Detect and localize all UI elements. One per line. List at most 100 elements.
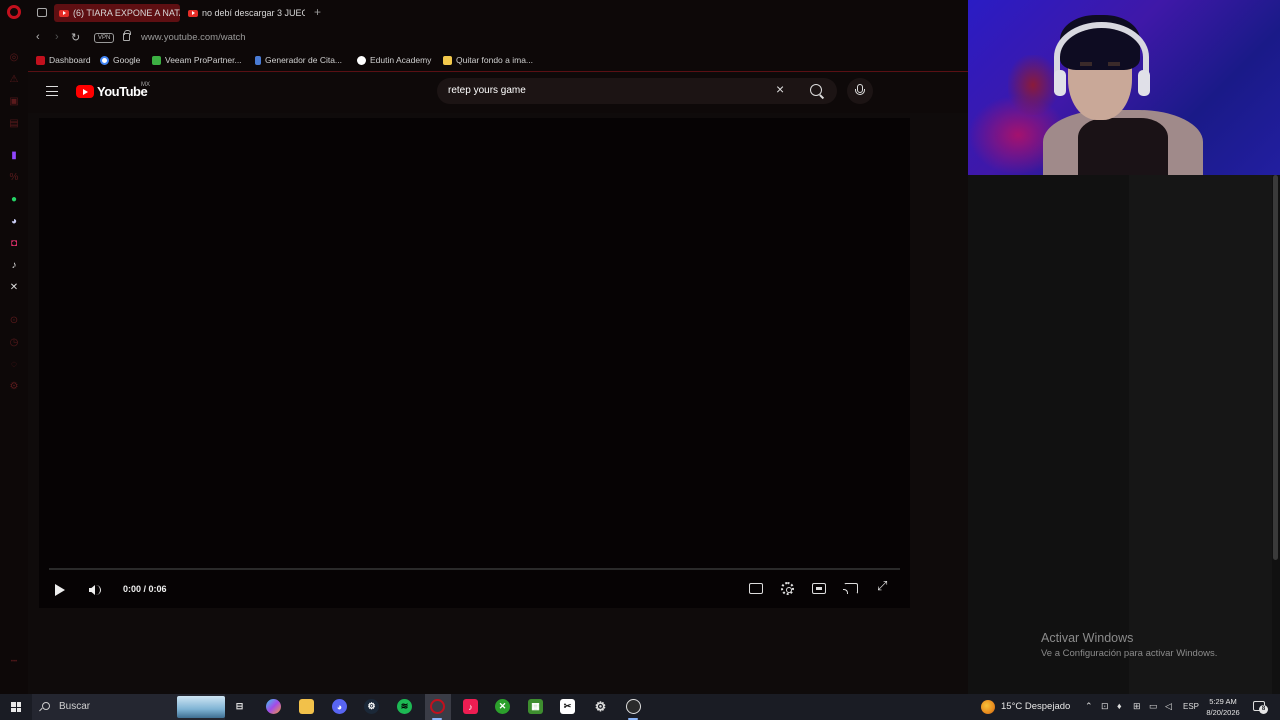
chat-icon[interactable]: ◌ bbox=[8, 359, 20, 371]
taskbar-clock[interactable]: 5:29 AM 8/20/2026 bbox=[1203, 696, 1243, 718]
discord-icon[interactable]: ◕ bbox=[332, 699, 347, 714]
weather-text[interactable]: 15°C Despejado bbox=[1001, 701, 1070, 712]
webcam-person-shirt bbox=[1078, 118, 1168, 175]
microphone-icon[interactable]: ♦ bbox=[1117, 701, 1122, 711]
bookmark-label: Edutin Academy bbox=[370, 55, 432, 65]
lock-icon[interactable] bbox=[123, 30, 131, 41]
tray-app-icon[interactable]: ⊡ bbox=[1101, 701, 1109, 712]
bookmark-label: Generador de Cita... bbox=[265, 55, 343, 65]
miniplayer-icon[interactable] bbox=[812, 583, 826, 594]
notification-badge: 8 bbox=[1259, 705, 1268, 714]
scrollbar-thumb[interactable] bbox=[1273, 175, 1278, 560]
settings-icon[interactable]: ⚙ bbox=[8, 381, 20, 393]
youtube-logo[interactable]: YouTube bbox=[76, 84, 148, 99]
tab-islands-icon[interactable] bbox=[37, 8, 47, 17]
search-input[interactable]: retep yours game bbox=[448, 85, 526, 96]
tab-active[interactable]: (6) TIARA EXPONE A NATA bbox=[54, 4, 180, 22]
remove-bg-icon bbox=[443, 55, 452, 65]
bookmark-item[interactable]: Veeam ProPartner... bbox=[152, 55, 242, 65]
percent-icon[interactable]: % bbox=[8, 172, 20, 184]
twitch-icon[interactable]: ▮ bbox=[8, 150, 20, 162]
aria-icon[interactable]: ◎ bbox=[8, 52, 20, 64]
windows-start-icon[interactable] bbox=[11, 702, 21, 712]
dashboard-icon bbox=[36, 55, 45, 65]
xbox-icon[interactable]: ✕ bbox=[495, 699, 510, 714]
bookmark-item[interactable]: Edutin Academy bbox=[357, 55, 431, 65]
reload-button[interactable]: ↻ bbox=[71, 31, 80, 44]
clear-search-icon[interactable]: × bbox=[776, 81, 784, 97]
voice-search-button[interactable] bbox=[847, 78, 873, 104]
video-player[interactable]: 0:00 / 0:06 ⤢ bbox=[39, 118, 910, 608]
opera-logo-icon[interactable] bbox=[7, 5, 21, 19]
spotify-icon[interactable]: ≋ bbox=[397, 699, 412, 714]
bookmark-item[interactable]: Dashboard bbox=[36, 55, 91, 65]
discord-icon[interactable]: ◕ bbox=[8, 216, 20, 228]
volume-icon[interactable] bbox=[89, 585, 95, 595]
bookmark-label: Quitar fondo a ima... bbox=[456, 55, 534, 65]
activate-windows-title: Activar Windows bbox=[1041, 631, 1134, 645]
youtube-favicon-icon bbox=[188, 9, 198, 17]
cast-icon[interactable] bbox=[843, 583, 858, 594]
volume-icon[interactable]: ◁ bbox=[1165, 701, 1172, 712]
minecraft-icon[interactable]: ▦ bbox=[528, 699, 543, 714]
vpn-badge[interactable]: VPN bbox=[94, 33, 115, 43]
forward-button[interactable]: › bbox=[55, 31, 59, 43]
opera-gx-icon[interactable] bbox=[430, 699, 445, 714]
tiktok-icon[interactable]: ♪ bbox=[463, 699, 478, 714]
gx-corner-icon[interactable]: ▣ bbox=[8, 96, 20, 108]
file-explorer-icon[interactable] bbox=[299, 699, 314, 714]
gx-control-icon[interactable]: ⚠ bbox=[8, 74, 20, 86]
tab-strip: (6) TIARA EXPONE A NATA no debí descarga… bbox=[28, 0, 968, 26]
veeam-icon bbox=[152, 55, 161, 65]
opera-sidebar: ◎ ⚠ ▣ ▤ ▮ % ● ◕ ◘ ♪ ✕ ⊙ ◷ ◌ ⚙ ••• bbox=[0, 0, 28, 694]
youtube-page: YouTube MX retep yours game × 0:00 / 0:0… bbox=[28, 73, 968, 694]
menu-icon[interactable] bbox=[46, 86, 58, 96]
network-icon[interactable]: ▭ bbox=[1149, 701, 1158, 712]
steam-icon[interactable]: ⚙ bbox=[364, 699, 379, 714]
bookmark-item[interactable]: Generador de Cita... bbox=[255, 55, 342, 65]
taskbar-search-placeholder: Buscar bbox=[59, 701, 91, 712]
headset-icon bbox=[1054, 22, 1149, 92]
back-button[interactable]: ‹ bbox=[36, 31, 40, 43]
right-column bbox=[1129, 175, 1272, 694]
url-field[interactable]: www.youtube.com/watch bbox=[141, 32, 246, 43]
search-icon[interactable] bbox=[810, 84, 822, 96]
search-highlight-image bbox=[177, 696, 225, 718]
volume-wave-icon bbox=[96, 585, 101, 595]
fullscreen-icon[interactable]: ⤢ bbox=[877, 579, 893, 593]
copilot-icon[interactable] bbox=[266, 699, 281, 714]
tiktok-icon[interactable]: ♪ bbox=[8, 260, 20, 272]
progress-bar[interactable] bbox=[49, 568, 900, 570]
whatsapp-icon[interactable]: ● bbox=[8, 194, 20, 206]
tab-inactive[interactable]: no debí descargar 3 JUEGO bbox=[183, 4, 305, 22]
taskbar-search[interactable]: Buscar bbox=[32, 694, 225, 720]
settings-icon[interactable]: ⚙ bbox=[593, 699, 608, 714]
settings-gear-icon[interactable] bbox=[781, 582, 794, 595]
bookmarks-bar: Dashboard Google Veeam ProPartner... Gen… bbox=[28, 50, 968, 72]
more-icon[interactable]: ••• bbox=[8, 656, 20, 668]
language-indicator[interactable]: ESP bbox=[1183, 702, 1199, 711]
youtube-logo-text: YouTube bbox=[97, 84, 148, 99]
search-box[interactable]: retep yours game × bbox=[437, 78, 837, 104]
news-icon[interactable]: ▤ bbox=[8, 118, 20, 130]
task-view-icon[interactable]: ⊟ bbox=[232, 699, 247, 714]
activate-windows-subtitle: Ve a Configuración para activar Windows. bbox=[1041, 648, 1218, 659]
subtitles-icon[interactable] bbox=[749, 583, 763, 594]
bookmark-item[interactable]: Quitar fondo a ima... bbox=[443, 55, 533, 65]
player-icon[interactable]: ⊙ bbox=[8, 315, 20, 327]
youtube-favicon-icon bbox=[59, 9, 69, 17]
bookmark-item[interactable]: Google bbox=[100, 55, 140, 65]
address-bar: ‹ › ↻ VPN www.youtube.com/watch bbox=[28, 26, 968, 50]
tray-screen-icon[interactable]: ⊞ bbox=[1133, 701, 1141, 712]
x-twitter-icon[interactable]: ✕ bbox=[8, 282, 20, 294]
edutin-icon bbox=[357, 55, 366, 65]
history-icon[interactable]: ◷ bbox=[8, 337, 20, 349]
weather-icon[interactable] bbox=[981, 700, 995, 714]
instagram-icon[interactable]: ◘ bbox=[8, 238, 20, 250]
new-tab-button[interactable]: + bbox=[314, 5, 321, 19]
play-icon[interactable] bbox=[55, 584, 65, 596]
clock-time: 5:29 AM bbox=[1209, 697, 1237, 706]
obs-icon[interactable] bbox=[626, 699, 641, 714]
capcut-icon[interactable]: ✂ bbox=[560, 699, 575, 714]
tray-overflow-icon[interactable]: ⌃ bbox=[1085, 701, 1093, 712]
